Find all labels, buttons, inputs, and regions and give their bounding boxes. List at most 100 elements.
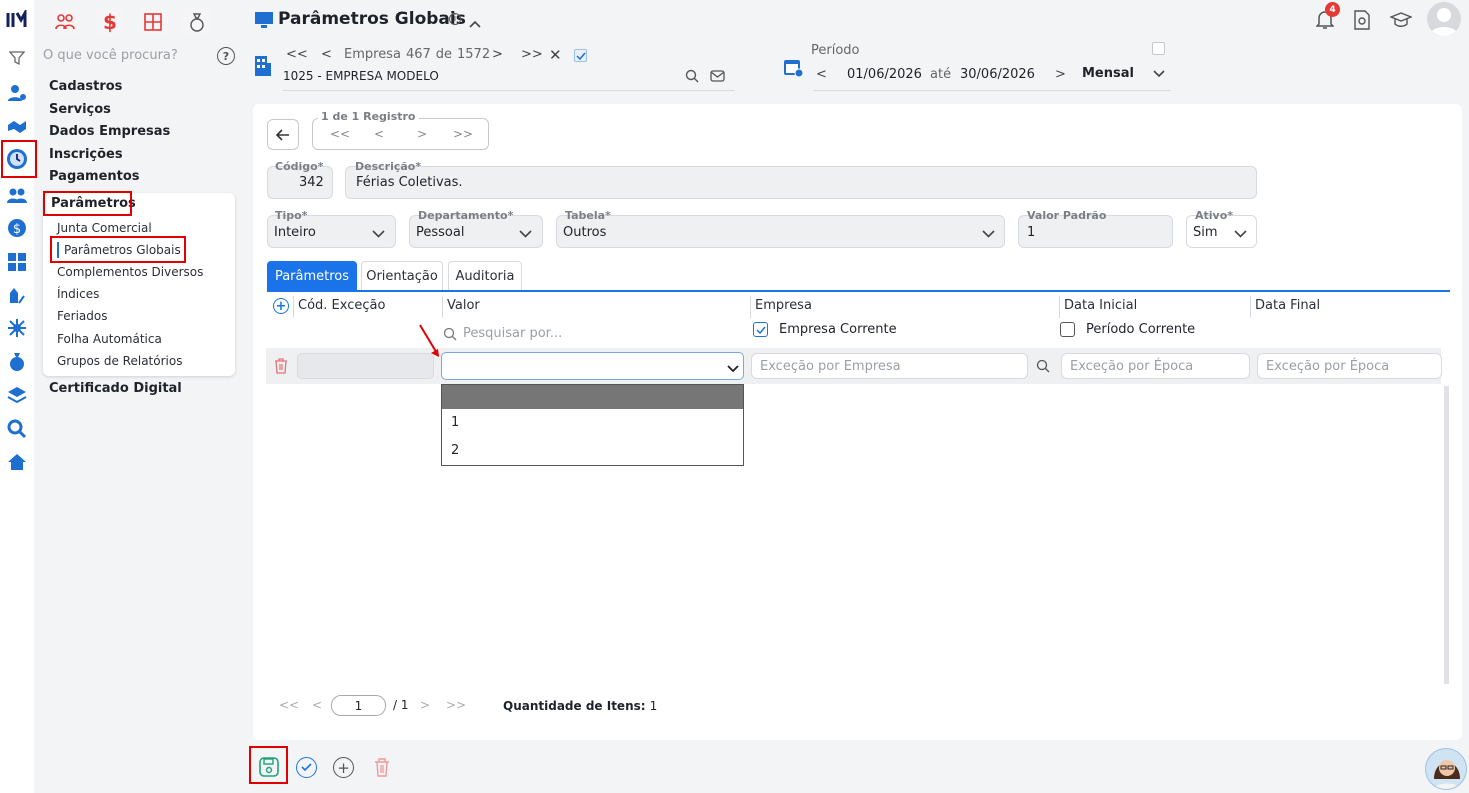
- nav-dados-empresas[interactable]: Dados Empresas: [49, 124, 170, 139]
- add-icon[interactable]: +: [333, 757, 354, 778]
- layers-icon[interactable]: [6, 384, 28, 406]
- nav-certificado-digital[interactable]: Certificado Digital: [49, 381, 182, 396]
- company-next-button[interactable]: >: [492, 47, 503, 62]
- cod-excecao-input[interactable]: [297, 353, 434, 379]
- record-next-button[interactable]: >: [417, 127, 427, 141]
- help-icon[interactable]: ?: [217, 47, 235, 65]
- period-next-button[interactable]: >: [1055, 67, 1066, 82]
- excecao-empresa-input[interactable]: Exceção por Empresa: [751, 353, 1028, 379]
- save-icon[interactable]: [259, 757, 279, 781]
- page-next-button[interactable]: >: [420, 698, 430, 712]
- company-search-icon[interactable]: [685, 69, 699, 87]
- tab-auditoria[interactable]: Auditoria: [448, 261, 522, 291]
- excecao-epoca-final-input[interactable]: Exceção por Época: [1257, 353, 1442, 379]
- valor-padrao-label: Valor Padrão: [1027, 209, 1107, 222]
- close-icon[interactable]: ✕: [549, 46, 562, 64]
- highlight-clock: [1, 140, 37, 178]
- nav-junta-comercial[interactable]: Junta Comercial: [57, 221, 152, 235]
- company-name[interactable]: 1025 - EMPRESA MODELO: [283, 69, 439, 83]
- users-icon[interactable]: [6, 82, 28, 104]
- nav-folha-automatica[interactable]: Folha Automática: [57, 332, 162, 346]
- calculator-icon[interactable]: [6, 251, 28, 273]
- record-prev-button[interactable]: <: [374, 127, 384, 141]
- col-data-final[interactable]: Data Final: [1255, 298, 1320, 313]
- company-first-button[interactable]: <<: [286, 47, 308, 62]
- add-row-icon[interactable]: +: [273, 298, 289, 314]
- codigo-label: Código*: [275, 160, 324, 173]
- team-icon[interactable]: [6, 185, 28, 207]
- col-cod-excecao[interactable]: Cód. Exceção: [298, 298, 385, 313]
- record-first-button[interactable]: <<: [330, 127, 350, 141]
- descricao-field[interactable]: [345, 166, 1257, 199]
- back-button[interactable]: [267, 119, 299, 150]
- dropdown-option-1[interactable]: 1: [451, 415, 459, 430]
- col-data-inicial[interactable]: Data Inicial: [1064, 298, 1137, 313]
- nav-cadastros[interactable]: Cadastros: [49, 79, 122, 94]
- departamento-label: Departamento*: [418, 209, 514, 222]
- nav-complementos-diversos[interactable]: Complementos Diversos: [57, 265, 203, 279]
- page-last-button[interactable]: >>: [446, 698, 466, 712]
- document-search-icon[interactable]: [1353, 10, 1371, 34]
- page-prev-button[interactable]: <: [312, 698, 322, 712]
- graduation-cap-icon[interactable]: [1389, 12, 1413, 32]
- bag-module-icon[interactable]: [182, 8, 212, 36]
- search-icon[interactable]: [6, 418, 28, 440]
- chevron-down-icon[interactable]: [1153, 67, 1165, 82]
- empresa-corrente-checkbox[interactable]: [753, 322, 768, 337]
- dollar-icon[interactable]: $: [6, 217, 28, 239]
- descricao-value: Férias Coletivas.: [356, 175, 463, 190]
- growth-icon[interactable]: [6, 284, 28, 306]
- app-logo[interactable]: [6, 9, 28, 31]
- record-last-button[interactable]: >>: [453, 127, 473, 141]
- dollar-module-icon[interactable]: $: [95, 8, 125, 36]
- info-icon[interactable]: i: [449, 13, 461, 25]
- nav-indices[interactable]: Índices: [57, 287, 99, 301]
- period-end[interactable]: 30/06/2026: [960, 67, 1035, 82]
- filter-icon[interactable]: [6, 47, 28, 69]
- confirm-icon[interactable]: [296, 757, 317, 778]
- nav-grupos-relatorios[interactable]: Grupos de Relatórios: [57, 354, 182, 368]
- chevron-up-icon[interactable]: [469, 17, 481, 32]
- valor-select[interactable]: [441, 352, 744, 380]
- tab-orientacao[interactable]: Orientação: [361, 261, 443, 291]
- period-prev-button[interactable]: <: [816, 67, 827, 82]
- handshake-icon[interactable]: [6, 116, 28, 138]
- company-prev-button[interactable]: <: [321, 47, 332, 62]
- money-bag-icon[interactable]: [6, 350, 28, 372]
- page-input[interactable]: 1: [331, 695, 386, 716]
- company-checkbox[interactable]: [574, 49, 587, 62]
- ativo-chevron-icon: [1234, 227, 1247, 242]
- company-last-button[interactable]: >>: [521, 47, 543, 62]
- period-start[interactable]: 01/06/2026: [847, 67, 922, 82]
- col-empresa[interactable]: Empresa: [755, 298, 812, 313]
- people-module-icon[interactable]: [50, 8, 80, 36]
- valor-chevron-icon: [727, 362, 739, 377]
- nav-search-input[interactable]: O que você procura?: [43, 48, 178, 63]
- valor-search-input[interactable]: Pesquisar por...: [463, 326, 562, 341]
- tab-parametros[interactable]: Parâmetros: [267, 261, 357, 291]
- delete-icon[interactable]: [374, 758, 390, 781]
- nav-feriados[interactable]: Feriados: [57, 309, 107, 323]
- nav-servicos[interactable]: Serviços: [49, 102, 111, 117]
- dropdown-option-empty[interactable]: [442, 385, 743, 409]
- network-icon[interactable]: [6, 317, 28, 339]
- excecao-epoca-inicial-input[interactable]: Exceção por Época: [1061, 353, 1250, 379]
- nav-inscricoes[interactable]: Inscrições: [49, 147, 123, 162]
- col-valor[interactable]: Valor: [447, 298, 480, 313]
- tabela-select[interactable]: [556, 215, 1005, 248]
- dropdown-option-2[interactable]: 2: [451, 443, 459, 458]
- page-first-button[interactable]: <<: [279, 698, 299, 712]
- nav-pagamentos[interactable]: Pagamentos: [49, 169, 140, 184]
- mail-icon[interactable]: [710, 70, 725, 86]
- avatar[interactable]: [1427, 2, 1461, 36]
- calculator-module-icon[interactable]: [138, 8, 168, 36]
- period-mode[interactable]: Mensal: [1082, 66, 1134, 81]
- periodo-corrente-checkbox[interactable]: [1060, 322, 1075, 337]
- empresa-search-icon[interactable]: [1036, 359, 1050, 377]
- highlight-parametros-globais: [50, 236, 186, 263]
- period-checkbox[interactable]: [1152, 42, 1165, 55]
- home-icon[interactable]: [6, 451, 28, 473]
- assistant-avatar[interactable]: [1425, 748, 1467, 790]
- trash-icon[interactable]: [274, 358, 288, 378]
- grid-scrollbar[interactable]: [1444, 386, 1449, 684]
